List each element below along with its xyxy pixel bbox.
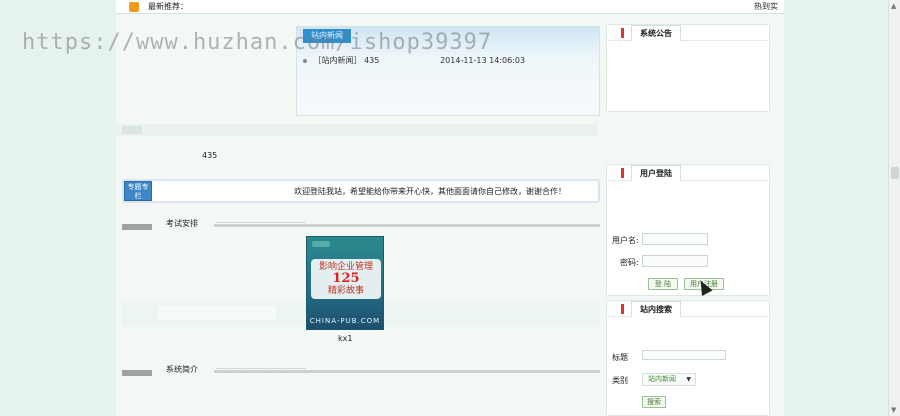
- panel-header: 站内搜索: [607, 301, 769, 317]
- special-column-tag[interactable]: 专题专栏: [124, 181, 152, 201]
- username-input[interactable]: [642, 233, 708, 245]
- announcement-panel: 系统公告: [606, 24, 770, 112]
- vertical-scrollbar[interactable]: ▲ ▼: [888, 0, 900, 416]
- book-cover-footer: CHINA-PUB.COM: [309, 317, 381, 325]
- scroll-up-icon[interactable]: ▲: [891, 2, 896, 10]
- login-panel: 用户登陆: [606, 164, 770, 296]
- hot-label[interactable]: 热到实: [754, 1, 778, 12]
- section-marker: [122, 224, 152, 230]
- news-item-title[interactable]: ［站内新闻］ 435: [314, 55, 434, 66]
- section-title-exam[interactable]: 考试安排: [166, 218, 198, 229]
- login-title: 用户登陆: [631, 165, 681, 181]
- search-title: 站内搜索: [631, 301, 681, 317]
- scroll-thumb[interactable]: [891, 167, 899, 179]
- recommend-bar: 最新推荐： 热到实: [116, 0, 784, 14]
- book-cover-title: 影响企业管理 125 精彩故事: [311, 259, 381, 299]
- bullet-icon: [303, 58, 307, 63]
- welcome-message: 欢迎登陆我站，希望能给你带来开心快，其他面面请你自己修改，谢谢合作！: [294, 187, 566, 196]
- book-cover-image[interactable]: 影响企业管理 125 精彩故事 CHINA-PUB.COM: [306, 236, 384, 330]
- category-select-value: 站内新闻: [648, 375, 676, 383]
- rss-icon: [129, 2, 139, 12]
- watermark-text: https://www.huzhan.com/ishop39397: [22, 30, 493, 55]
- section-header-exam: 考试安排 ——————————————————: [122, 218, 600, 232]
- faint-chip: [122, 126, 142, 134]
- red-marker-icon: [621, 168, 624, 178]
- category-label: 类别: [612, 376, 628, 385]
- book-cover-line2: 精彩故事: [327, 286, 364, 296]
- login-button[interactable]: 登 陆: [648, 278, 678, 290]
- count-label: 435: [202, 151, 218, 160]
- panel-header: 用户登陆: [607, 165, 769, 181]
- announcement-title: 系统公告: [631, 25, 681, 41]
- search-button[interactable]: 搜索: [642, 396, 666, 408]
- special-column-box: 专题专栏 欢迎登陆我站，希望能给你带来开心快，其他面面请你自己修改，谢谢合作！: [122, 179, 600, 203]
- news-list-item[interactable]: ［站内新闻］ 435 2014-11-13 14:06:03: [303, 55, 525, 66]
- book-caption[interactable]: kx1: [338, 334, 352, 343]
- publisher-logo: [312, 241, 330, 247]
- password-label: 密码:: [620, 258, 639, 267]
- red-marker-icon: [621, 304, 624, 314]
- category-select[interactable]: 站内新闻 ▼: [642, 373, 696, 386]
- panel-header: 系统公告: [607, 25, 769, 41]
- section-divider-label: ——————————————————: [216, 366, 306, 372]
- book-cover-number: 125: [332, 271, 360, 286]
- chevron-down-icon: ▼: [686, 376, 691, 383]
- username-label: 用户名:: [612, 236, 639, 245]
- search-title-label: 标题: [612, 353, 628, 362]
- search-input[interactable]: [642, 350, 726, 360]
- password-input[interactable]: [642, 255, 708, 267]
- section-title-intro[interactable]: 系统简介: [166, 364, 198, 375]
- red-marker-icon: [621, 28, 624, 38]
- faint-row-inner: [158, 306, 276, 320]
- recommend-label: 最新推荐：: [148, 2, 188, 11]
- section-divider-label: ——————————————————: [216, 220, 306, 226]
- section-marker: [122, 370, 152, 376]
- scroll-down-icon[interactable]: ▼: [891, 406, 896, 414]
- section-header-intro: 系统简介 ——————————————————: [122, 364, 600, 378]
- faint-divider: [116, 124, 598, 136]
- news-item-date: 2014-11-13 14:06:03: [440, 56, 526, 65]
